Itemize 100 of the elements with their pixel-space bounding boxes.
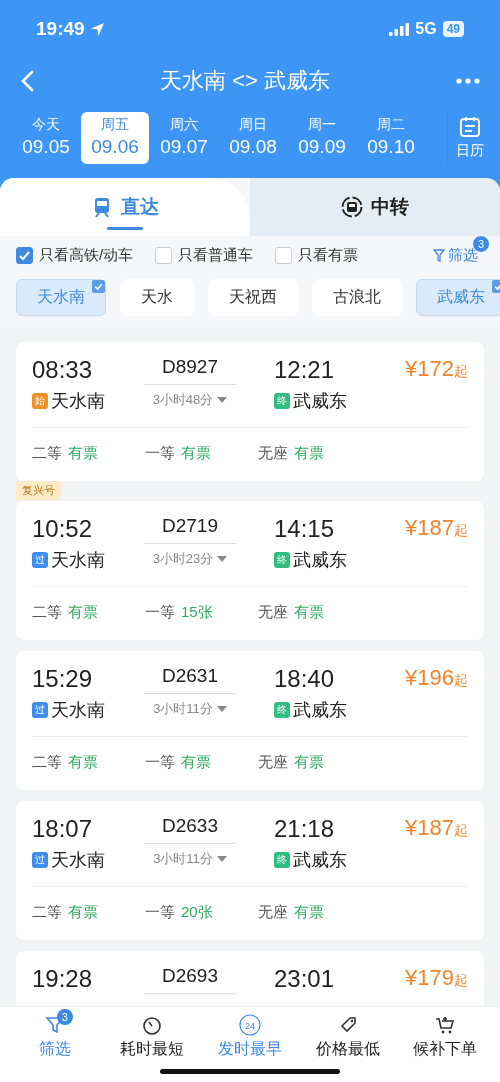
station-name: 武威东	[293, 549, 347, 572]
timer-icon	[141, 1014, 164, 1036]
seat-availability: 有票	[294, 444, 324, 463]
signal-icon	[389, 22, 410, 36]
seat-class: 二等	[32, 603, 62, 622]
count-badge: 3	[56, 1009, 73, 1025]
dropdown-icon[interactable]	[216, 705, 227, 713]
station-tag: 终	[274, 852, 290, 868]
train-number: D2633	[144, 815, 236, 844]
sort-tab[interactable]: 价格最低	[301, 1013, 394, 1061]
station-name: 天水南	[51, 390, 105, 413]
duration: 3小时11分	[153, 850, 213, 868]
seat-availability: 有票	[294, 603, 324, 622]
station-name: 天水南	[51, 549, 105, 572]
price: ¥187起	[405, 815, 468, 841]
seat-availability: 有票	[68, 903, 98, 922]
station-name: 武威东	[293, 390, 347, 413]
station-name: 天水南	[51, 699, 105, 722]
station-tag: 始	[32, 393, 48, 409]
clock-time: 19:49	[36, 18, 85, 40]
arrival-time: 12:21	[274, 356, 336, 384]
station-tag: 过	[32, 852, 48, 868]
train-card[interactable]: 19:28 D2693 23:01 ¥179起	[16, 951, 484, 1006]
seat-availability: 有票	[68, 753, 98, 772]
duration: 3小时23分	[152, 550, 214, 568]
dropdown-icon[interactable]	[216, 855, 227, 863]
price: ¥172起	[405, 356, 468, 382]
seat-class: 二等	[32, 753, 62, 772]
duration: 3小时48分	[152, 391, 214, 409]
back-icon[interactable]	[20, 70, 34, 92]
date-tab[interactable]: 周五 09.06	[81, 112, 149, 164]
station-tag: 终	[274, 702, 290, 718]
clock-icon: 24	[239, 1014, 261, 1036]
sort-tab[interactable]: 24 发时最早	[204, 1013, 296, 1061]
station-chip[interactable]: 天水	[120, 279, 194, 316]
train-number: D2693	[144, 965, 236, 994]
checkbox-option[interactable]: 只看有票	[275, 246, 359, 265]
seat-availability: 有票	[181, 753, 211, 772]
cart-icon	[434, 1014, 457, 1036]
battery-level: 49	[442, 21, 464, 37]
network-label: 5G	[415, 20, 437, 38]
transfer-icon	[341, 196, 363, 218]
train-type-badge: 复兴号	[16, 481, 61, 500]
dropdown-icon[interactable]	[217, 396, 228, 404]
page-title: 天水南 <> 武威东	[160, 67, 330, 95]
price: ¥196起	[405, 665, 468, 691]
sort-tab[interactable]: 耗时最短	[106, 1013, 199, 1061]
arrival-time: 21:18	[274, 815, 336, 843]
station-chip[interactable]: 古浪北	[312, 279, 402, 316]
price: ¥179起	[405, 965, 468, 991]
arrival-time: 18:40	[274, 665, 336, 693]
departure-time: 15:29	[32, 665, 94, 693]
seat-class: 无座	[258, 753, 288, 772]
more-icon[interactable]	[456, 78, 480, 84]
station-name: 武威东	[293, 849, 347, 872]
checkbox-label: 只看普通车	[178, 246, 254, 265]
station-tag: 终	[274, 393, 290, 409]
seat-availability: 有票	[294, 903, 324, 922]
seat-class: 无座	[258, 903, 288, 922]
train-card[interactable]: 08:33 D8927 12:21 ¥172起 始 天水南 3小时48分 终 武威东 二等 有票 一等 有票 无座 有票	[16, 342, 484, 481]
seat-availability: 有票	[181, 444, 211, 463]
seat-availability: 有票	[68, 603, 98, 622]
departure-time: 10:52	[32, 515, 94, 543]
train-number: D8927	[144, 356, 236, 385]
station-tag: 终	[274, 552, 290, 568]
price: ¥187起	[405, 515, 468, 541]
seat-availability: 20张	[181, 903, 213, 922]
seat-class: 一等	[145, 753, 175, 772]
duration: 3小时11分	[153, 700, 213, 718]
location-arrow-icon	[89, 21, 105, 37]
departure-time: 08:33	[32, 356, 94, 384]
station-name: 武威东	[293, 699, 347, 722]
checkbox-option[interactable]: 只看普通车	[155, 246, 254, 265]
checkbox-label: 只看高铁/动车	[39, 246, 134, 265]
seat-class: 一等	[145, 603, 175, 622]
station-chip[interactable]: 天祝西	[208, 279, 298, 316]
station-tag: 过	[32, 702, 48, 718]
arrival-time: 23:01	[274, 965, 336, 993]
tab[interactable]: 中转	[250, 178, 500, 236]
filter-icon	[433, 249, 445, 262]
checkbox[interactable]	[155, 247, 173, 264]
calendar-icon	[459, 116, 481, 138]
tab[interactable]: 直达	[0, 178, 250, 236]
train-card[interactable]: 18:07 D2633 21:18 ¥187起 过 天水南 3小时11分 终 武威东 二等 有票 一等 20张 无座 有票	[16, 801, 484, 940]
seat-class: 二等	[32, 444, 62, 463]
arrival-time: 14:15	[274, 515, 336, 543]
checkbox-label: 只看有票	[298, 246, 359, 265]
checkbox[interactable]	[275, 247, 293, 264]
seat-class: 一等	[145, 444, 175, 463]
checkbox[interactable]	[16, 247, 33, 264]
train-card[interactable]: 15:29 D2631 18:40 ¥196起 过 天水南 3小时11分 终 武威东 二等 有票 一等 有票 无座 有票	[16, 651, 484, 790]
seat-class: 一等	[145, 903, 175, 922]
dropdown-icon[interactable]	[217, 555, 228, 563]
seat-class: 无座	[258, 603, 288, 622]
station-name: 天水南	[51, 849, 105, 872]
check-icon	[92, 280, 105, 293]
departure-time: 19:28	[32, 965, 94, 993]
seat-class: 无座	[258, 444, 288, 463]
sort-tab[interactable]: 候补下单	[399, 1013, 492, 1061]
checkbox-option[interactable]: 只看高铁/动车	[16, 246, 134, 265]
